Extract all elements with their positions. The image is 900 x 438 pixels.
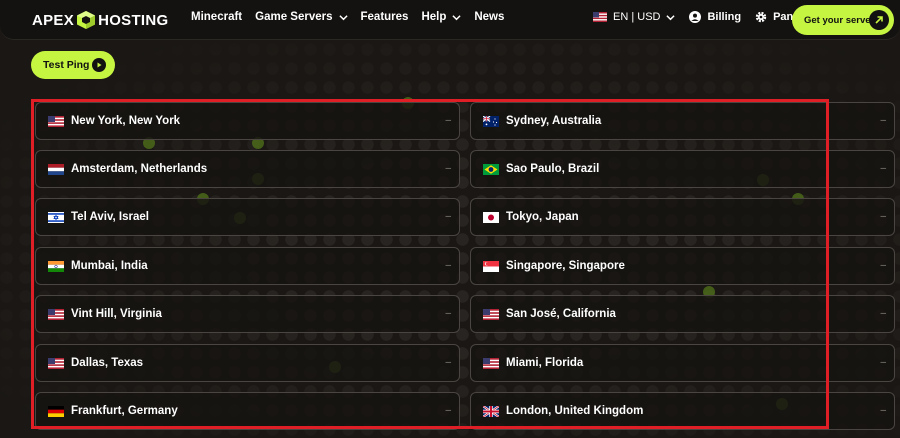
test-ping-button[interactable]: Test Ping	[31, 51, 115, 79]
server-location-name: Amsterdam, Netherlands	[71, 163, 208, 175]
gb-flag-icon	[483, 405, 499, 417]
server-location-name: Mumbai, India	[71, 260, 148, 272]
server-location-name: Vint Hill, Virginia	[71, 308, 162, 320]
ping-value: –	[445, 115, 451, 126]
server-location-name: Singapore, Singapore	[506, 260, 625, 272]
nav-news[interactable]: News	[474, 11, 504, 23]
chevron-down-icon	[338, 14, 348, 20]
nav-minecraft[interactable]: Minecraft	[191, 11, 242, 23]
nl-flag-icon	[48, 163, 64, 175]
server-card-vint-hill-virginia[interactable]: Vint Hill, Virginia –	[35, 295, 460, 333]
server-location-name: Frankfurt, Germany	[71, 405, 178, 417]
language-currency-selector[interactable]: EN | USD	[593, 11, 676, 23]
nav-game-servers[interactable]: Game Servers	[255, 11, 348, 23]
server-location-name: New York, New York	[71, 115, 181, 127]
server-location-name: Miami, Florida	[506, 357, 584, 369]
jp-flag-icon	[483, 211, 499, 223]
sg-flag-icon	[483, 260, 499, 272]
us-flag-icon	[48, 115, 64, 127]
au-flag-icon	[483, 115, 499, 127]
arrow-up-right-icon	[869, 10, 889, 30]
us-flag-icon	[483, 308, 499, 320]
br-flag-icon	[483, 163, 499, 175]
us-flag-icon	[483, 357, 499, 369]
ping-value: –	[445, 211, 451, 222]
gear-icon	[755, 11, 767, 23]
server-location-name: Sao Paulo, Brazil	[506, 163, 600, 175]
server-card-miami-florida[interactable]: Miami, Florida –	[470, 344, 895, 382]
server-card-singapore-singapore[interactable]: Singapore, Singapore –	[470, 247, 895, 285]
main-nav: Minecraft Game Servers Features Help New…	[191, 11, 517, 23]
ping-value: –	[880, 357, 886, 368]
server-card-sydney-australia[interactable]: Sydney, Australia –	[470, 102, 895, 140]
ping-value: –	[445, 163, 451, 174]
server-card-new-york-new-york[interactable]: New York, New York –	[35, 102, 460, 140]
server-card-san-jos-california[interactable]: San José, California –	[470, 295, 895, 333]
server-location-name: Dallas, Texas	[71, 357, 144, 369]
server-card-sao-paulo-brazil[interactable]: Sao Paulo, Brazil –	[470, 150, 895, 188]
cube-logo-icon	[77, 11, 96, 29]
nav-features[interactable]: Features	[361, 11, 409, 23]
ping-value: –	[880, 211, 886, 222]
ping-value: –	[880, 308, 886, 319]
apex-hosting-logo[interactable]: APEX HOSTING	[32, 9, 169, 31]
server-card-dallas-texas[interactable]: Dallas, Texas –	[35, 344, 460, 382]
user-icon	[689, 11, 702, 23]
get-your-server-button[interactable]: Get your server	[792, 5, 894, 35]
server-card-frankfurt-germany[interactable]: Frankfurt, Germany –	[35, 392, 460, 430]
us-flag-icon	[48, 308, 64, 320]
server-card-tokyo-japan[interactable]: Tokyo, Japan –	[470, 198, 895, 236]
ping-value: –	[880, 163, 886, 174]
server-location-name: Sydney, Australia	[506, 115, 602, 127]
chevron-down-icon	[666, 14, 676, 20]
server-card-tel-aviv-israel[interactable]: Tel Aviv, Israel –	[35, 198, 460, 236]
server-location-name: London, United Kingdom	[506, 405, 644, 417]
server-card-london-united-kingdom[interactable]: London, United Kingdom –	[470, 392, 895, 430]
ping-value: –	[880, 260, 886, 271]
ping-value: –	[445, 357, 451, 368]
server-card-amsterdam-netherlands[interactable]: Amsterdam, Netherlands –	[35, 150, 460, 188]
top-header: APEX HOSTING Minecraft Game Servers Feat…	[0, 0, 900, 40]
server-location-name: San José, California	[506, 308, 616, 320]
server-card-mumbai-india[interactable]: Mumbai, India –	[35, 247, 460, 285]
il-flag-icon	[48, 211, 64, 223]
header-right: EN | USD Billing Panel	[593, 11, 816, 23]
server-location-name: Tel Aviv, Israel	[71, 211, 149, 223]
chevron-down-icon	[452, 14, 461, 20]
nav-help[interactable]: Help	[421, 11, 461, 23]
ping-value: –	[445, 260, 451, 271]
billing-link[interactable]: Billing	[689, 11, 741, 23]
play-icon	[92, 58, 106, 72]
ping-value: –	[445, 308, 451, 319]
us-flag-icon	[593, 12, 607, 22]
ping-value: –	[880, 115, 886, 126]
server-location-name: Tokyo, Japan	[506, 211, 579, 223]
de-flag-icon	[48, 405, 64, 417]
in-flag-icon	[48, 260, 64, 272]
ping-value: –	[880, 405, 886, 416]
us-flag-icon	[48, 357, 64, 369]
ping-value: –	[445, 405, 451, 416]
